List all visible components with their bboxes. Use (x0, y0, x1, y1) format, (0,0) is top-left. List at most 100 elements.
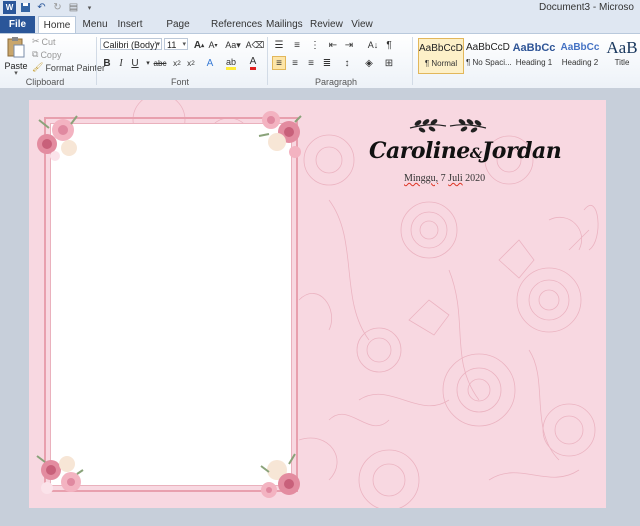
sort-icon[interactable]: A↓ (366, 38, 380, 52)
tab-review[interactable]: Review (310, 16, 343, 33)
divider (412, 37, 413, 85)
cut-button[interactable]: ✂ Cut (32, 36, 56, 47)
photo-placeholder[interactable] (50, 123, 292, 486)
text-effects-icon[interactable]: A (203, 56, 217, 70)
align-right-icon[interactable]: ≡ (304, 56, 318, 70)
increase-indent-icon[interactable]: ⇥ (342, 38, 356, 52)
style-name: ¶ No Spaci... (466, 58, 512, 67)
ampersand: & (469, 146, 483, 162)
tab-page-layout[interactable]: Page Layout (153, 16, 203, 47)
title-bar: W ↶ ↻ ▤ ▾ Document3 - Microso (0, 0, 640, 17)
underline-icon[interactable]: U (128, 56, 142, 70)
flower-bouquet-icon (36, 455, 84, 494)
word-icon[interactable]: W (3, 1, 16, 14)
copy-button[interactable]: ⧉ Copy (32, 49, 61, 60)
save-icon[interactable] (19, 1, 32, 14)
style-name: Heading 2 (561, 58, 599, 67)
paste-button[interactable]: Paste ▾ (4, 36, 28, 77)
style-name: Title (614, 58, 630, 67)
undo-icon[interactable]: ↶ (35, 1, 48, 14)
tab-insert[interactable]: Insert (116, 16, 144, 33)
print-preview-icon[interactable]: ▤ (67, 1, 80, 14)
tab-references[interactable]: References (211, 16, 262, 33)
brush-icon: 🖌 (32, 62, 44, 72)
numbering-icon[interactable]: ≡ (290, 38, 304, 52)
style-name: Heading 1 (515, 58, 553, 67)
paragraph-group-label: Paragraph (314, 77, 358, 87)
flower-bouquet-icon (37, 115, 78, 161)
chevron-down-icon: ▾ (156, 41, 160, 48)
font-size-value: 11 (167, 40, 177, 50)
decrease-indent-icon[interactable]: ⇤ (326, 38, 340, 52)
align-left-icon[interactable]: ≡ (272, 56, 286, 70)
date-number: 7 (438, 173, 449, 184)
date-month: Juli (448, 173, 463, 184)
format-painter-button[interactable]: 🖌 Format Painter (32, 62, 105, 73)
multilevel-list-icon[interactable]: ⋮ (308, 38, 322, 52)
subscript-icon[interactable]: x2 (170, 56, 184, 70)
highlight-icon[interactable]: ab (224, 56, 238, 70)
first-name: Caroline (369, 138, 470, 164)
grow-font-icon[interactable]: A ▴ (192, 38, 206, 52)
show-hide-icon[interactable]: ¶ (382, 38, 396, 52)
couple-names[interactable]: Caroline&Jordan (369, 138, 562, 164)
font-color-icon[interactable]: A (246, 56, 260, 70)
style-heading-1[interactable]: AaBbCc Heading 1 (512, 38, 556, 72)
ribbon-tabs: File Home Menu Insert Page Layout Refere… (0, 16, 640, 47)
copy-label: Copy (40, 49, 62, 60)
style-preview: AaB (606, 38, 638, 57)
font-name-value: Calibri (Body) (103, 40, 158, 50)
cut-label: Cut (41, 36, 56, 47)
second-name: Jordan (481, 138, 562, 164)
clipboard-group-label: Clipboard (25, 77, 65, 87)
document-page[interactable]: Caroline&Jordan Minggu, 7 Juli 2020 (29, 100, 606, 508)
copy-icon: ⧉ (32, 49, 39, 59)
style-title[interactable]: AaB Title (604, 38, 640, 72)
borders-icon[interactable]: ⊞ (382, 56, 396, 70)
flower-bouquet-icon (258, 111, 302, 158)
clear-formatting-icon[interactable]: A⌫ (246, 38, 265, 52)
strikethrough-icon[interactable]: abc (152, 56, 168, 70)
ribbon-home: Paste ▾ ✂ Cut ⧉ Copy 🖌 Format Painter Clipb… (0, 33, 640, 89)
quick-access-toolbar: W ↶ ↻ ▤ ▾ (3, 1, 96, 14)
style-preview: AaBbCc (512, 42, 556, 54)
divider (96, 37, 97, 85)
tab-view[interactable]: View (350, 16, 374, 33)
style-normal[interactable]: AaBbCcDc ¶ Normal (418, 38, 464, 74)
style-preview: AaBbCcDc (466, 42, 510, 53)
paste-icon (7, 37, 25, 58)
superscript-icon[interactable]: x2 (184, 56, 198, 70)
event-date[interactable]: Minggu, 7 Juli 2020 (404, 173, 485, 184)
customize-qat-icon[interactable]: ▾ (83, 1, 96, 14)
style-no-spacing[interactable]: AaBbCcDc ¶ No Spaci... (466, 38, 512, 72)
scissors-icon: ✂ (32, 36, 40, 46)
bold-icon[interactable]: B (100, 56, 114, 70)
date-day: Minggu, (404, 173, 439, 184)
font-size-combo[interactable]: 11 ▾ (164, 38, 188, 50)
style-preview: AaBbCc (560, 42, 600, 53)
redo-icon[interactable]: ↻ (51, 1, 64, 14)
tab-mailings[interactable]: Mailings (266, 16, 303, 33)
italic-icon[interactable]: I (114, 56, 128, 70)
tab-home[interactable]: Home (38, 16, 76, 34)
tab-menu[interactable]: Menu (82, 16, 108, 33)
font-name-combo[interactable]: Calibri (Body) ▾ (100, 38, 162, 50)
divider (267, 37, 268, 85)
style-heading-2[interactable]: AaBbCc Heading 2 (558, 38, 602, 72)
justify-icon[interactable]: ≣ (320, 56, 334, 70)
bullets-icon[interactable]: ☰ (272, 38, 286, 52)
line-spacing-icon[interactable]: ↕ (340, 56, 354, 70)
style-name: ¶ Normal (424, 59, 458, 68)
chevron-down-icon: ▾ (182, 41, 186, 48)
tab-file[interactable]: File (0, 16, 35, 33)
ruler (0, 88, 640, 100)
laurel-ornament-icon (409, 119, 487, 133)
font-group-label: Font (170, 77, 189, 87)
align-center-icon[interactable]: ≡ (288, 56, 302, 70)
shrink-font-icon[interactable]: A ▾ (206, 38, 220, 52)
change-case-icon[interactable]: Aa▾ (224, 38, 242, 52)
flower-bouquet-icon (260, 453, 300, 498)
date-year: 2020 (462, 173, 486, 184)
document-title: Document3 - Microso (538, 2, 634, 13)
shading-icon[interactable]: ◈ (362, 56, 376, 70)
